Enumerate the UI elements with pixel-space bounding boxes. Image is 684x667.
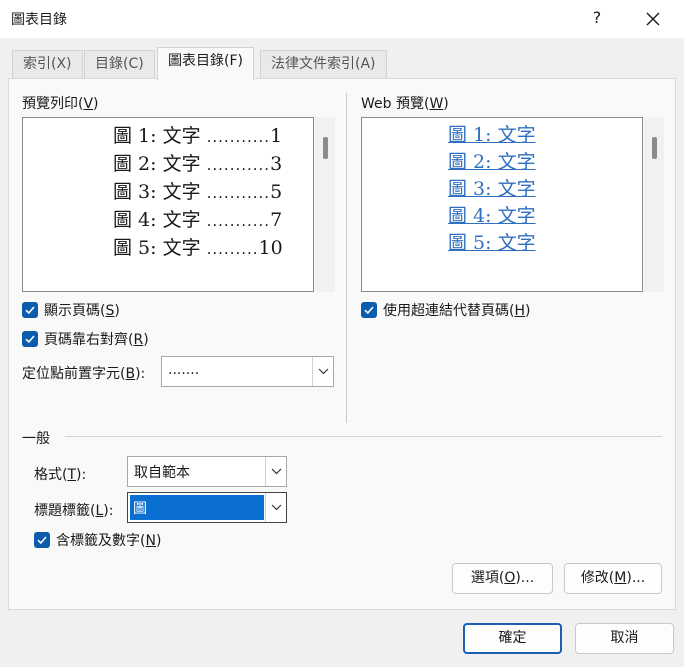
dropdown-arrow[interactable]	[265, 493, 286, 522]
include-label-label[interactable]: 含標籤及數字(N)	[56, 530, 161, 550]
caption-label-label: 標題標籤(L):	[34, 503, 114, 519]
show-page-numbers-label[interactable]: 顯示頁碼(S)	[44, 300, 120, 320]
tab-leader-label: 定位點前置字元(B):	[22, 366, 146, 382]
web-preview-link[interactable]: 圖 4: 文字	[448, 201, 536, 228]
tab-strip: 索引(X) 目錄(C) 圖表目錄(F) 法律文件索引(A)	[0, 47, 684, 80]
scrollbar-thumb[interactable]	[323, 137, 328, 159]
tab-table-of-figures[interactable]: 圖表目錄(F)	[157, 47, 254, 80]
dropdown-arrow[interactable]	[265, 457, 286, 486]
tab-table-of-authorities[interactable]: 法律文件索引(A)	[260, 50, 387, 79]
show-page-numbers-checkbox[interactable]	[22, 302, 38, 318]
web-preview-link[interactable]: 圖 3: 文字	[448, 174, 536, 201]
options-button[interactable]: 選項(O)...	[452, 563, 553, 594]
print-preview-scrollbar[interactable]	[315, 117, 335, 292]
cancel-button[interactable]: 取消	[575, 623, 674, 654]
chevron-down-icon	[318, 368, 329, 375]
use-hyperlinks-checkbox[interactable]	[361, 302, 377, 318]
dropdown-arrow[interactable]	[312, 357, 333, 386]
title-bar: 圖表目錄 ?	[0, 0, 684, 38]
chevron-down-icon	[271, 504, 282, 511]
print-preview-label: 預覽列印(V)	[22, 96, 99, 112]
general-divider	[65, 436, 662, 437]
caption-label-value: 圖	[133, 501, 147, 517]
general-heading: 一般	[22, 431, 50, 447]
scrollbar-thumb[interactable]	[652, 137, 657, 159]
preview-row: 圖 5: 文字 .........10	[113, 237, 283, 259]
caption-label-dropdown[interactable]: 圖	[127, 492, 287, 523]
chevron-down-icon	[271, 468, 282, 475]
close-icon	[646, 12, 660, 26]
include-label-checkbox[interactable]	[34, 532, 50, 548]
caption-label-selection: 圖	[130, 495, 264, 520]
preview-row: 圖 2: 文字 ...........3	[113, 153, 283, 175]
format-dropdown[interactable]: 取自範本	[127, 456, 287, 487]
right-align-checkbox[interactable]	[22, 331, 38, 347]
close-button[interactable]	[640, 6, 666, 32]
checkmark-icon	[25, 335, 35, 344]
column-divider	[346, 93, 347, 423]
modify-button[interactable]: 修改(M)...	[564, 563, 662, 594]
web-preview-link[interactable]: 圖 2: 文字	[448, 147, 536, 174]
tab-index[interactable]: 索引(X)	[12, 50, 83, 79]
ok-button[interactable]: 確定	[463, 623, 562, 654]
tab-toc[interactable]: 目錄(C)	[84, 50, 155, 79]
preview-row: 圖 4: 文字 ...........7	[113, 209, 283, 231]
preview-row: 圖 3: 文字 ...........5	[113, 181, 283, 203]
checkmark-icon	[25, 306, 35, 315]
preview-row: 圖 1: 文字 ...........1	[113, 125, 283, 147]
web-preview-link[interactable]: 圖 1: 文字	[448, 120, 536, 147]
web-preview-label: Web 預覽(W)	[361, 96, 449, 112]
checkmark-icon	[364, 306, 374, 315]
use-hyperlinks-label[interactable]: 使用超連結代替頁碼(H)	[383, 300, 530, 320]
web-preview-box: 圖 1: 文字 圖 2: 文字 圖 3: 文字 圖 4: 文字 圖 5: 文字	[361, 117, 643, 292]
print-preview-box: 圖 1: 文字 ...........1 圖 2: 文字 ...........…	[22, 117, 314, 292]
checkmark-icon	[37, 536, 47, 545]
tab-leader-dropdown[interactable]: .......	[161, 356, 334, 387]
tab-leader-value: .......	[168, 362, 200, 378]
web-preview-scrollbar[interactable]	[644, 117, 664, 292]
tab-panel: 預覽列印(V) 圖 1: 文字 ...........1 圖 2: 文字 ...…	[8, 78, 676, 610]
window-title: 圖表目錄	[11, 12, 67, 28]
web-preview-link[interactable]: 圖 5: 文字	[448, 228, 536, 255]
right-align-label[interactable]: 頁碼靠右對齊(R)	[44, 329, 149, 349]
help-button[interactable]: ?	[585, 6, 609, 30]
format-value: 取自範本	[134, 465, 190, 481]
format-label: 格式(T):	[34, 467, 87, 483]
